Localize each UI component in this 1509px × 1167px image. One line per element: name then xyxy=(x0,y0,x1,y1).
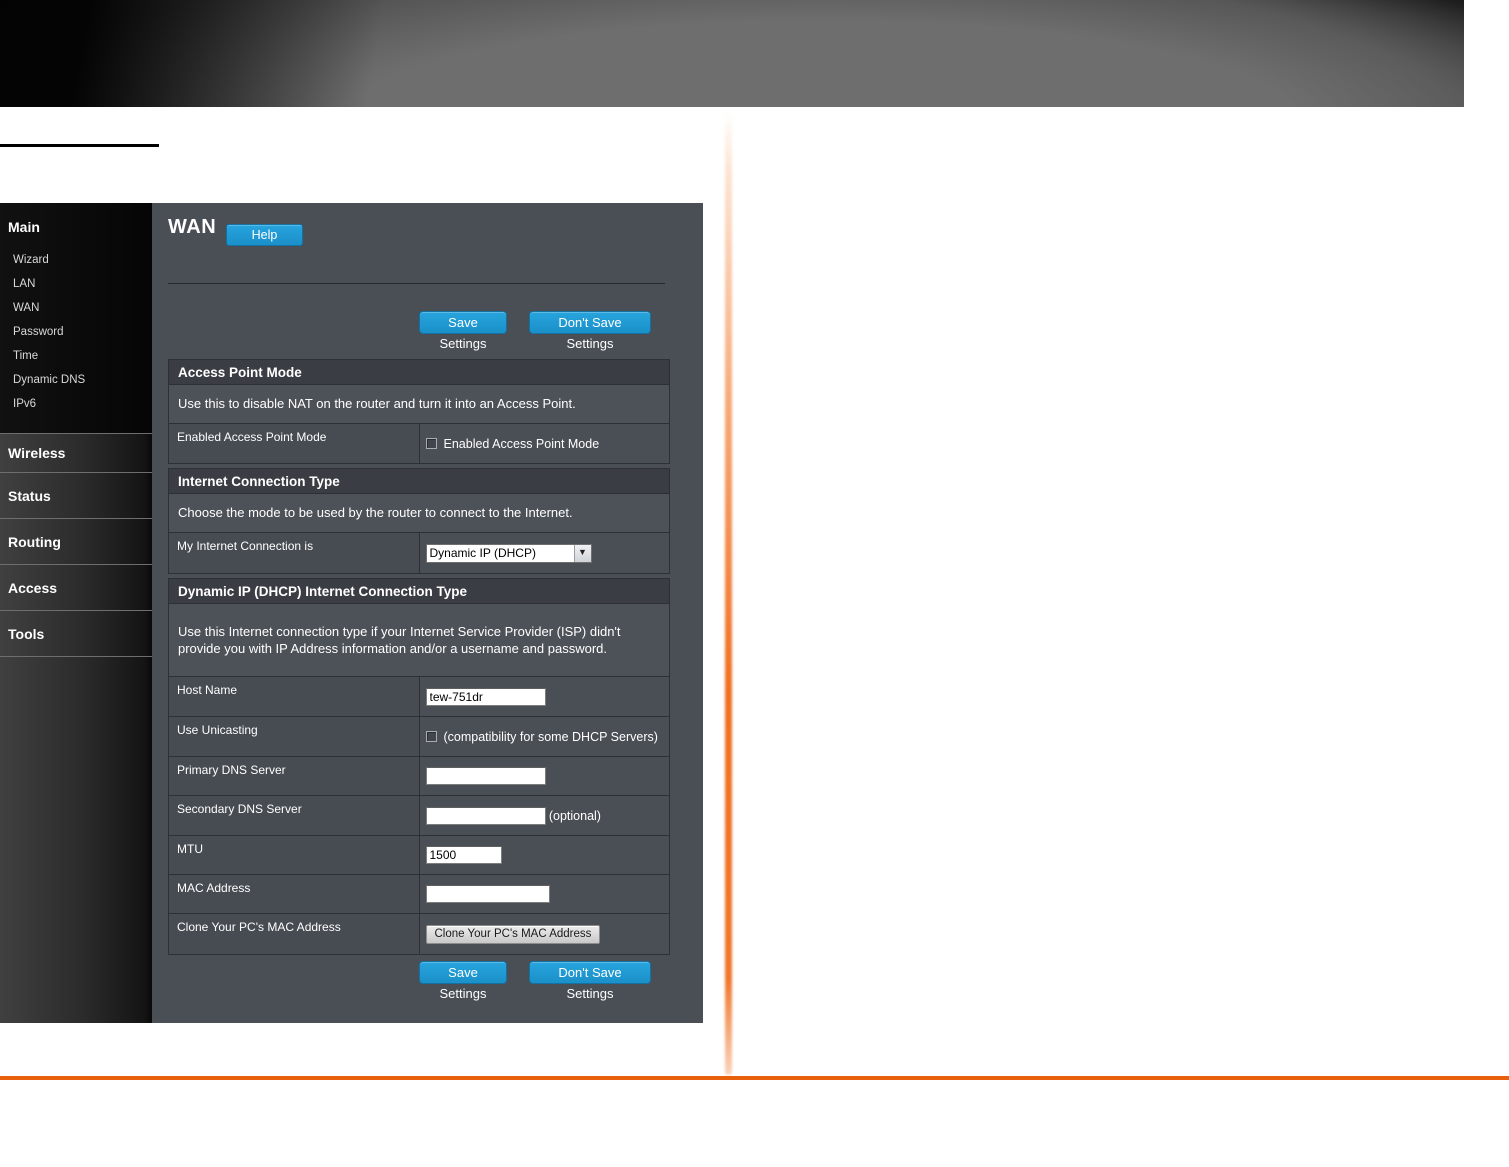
save-settings-button-bottom[interactable]: Save Settings xyxy=(419,961,507,1001)
enabled-ap-mode-checkbox[interactable] xyxy=(425,437,437,449)
page-title: WAN xyxy=(168,216,217,238)
mac-address-input[interactable] xyxy=(425,885,550,903)
sidebar-item-tools[interactable]: Tools xyxy=(0,611,152,657)
section-header-access-point-mode: Access Point Mode xyxy=(168,359,670,385)
sidebar-item-lan[interactable]: LAN xyxy=(0,272,152,296)
sidebar-item-routing[interactable]: Routing xyxy=(0,519,152,565)
wan-settings-panel: WAN Help Save Settings Don't Save Settin… xyxy=(152,203,703,1023)
orange-glow-divider xyxy=(725,112,732,1075)
primary-dns-label: Primary DNS Server xyxy=(168,756,420,796)
host-name-label: Host Name xyxy=(168,676,420,717)
section-header-dynamic-ip: Dynamic IP (DHCP) Internet Connection Ty… xyxy=(168,578,670,604)
sidebar-main-subitems: Wizard LAN WAN Password Time Dynamic DNS… xyxy=(0,248,152,416)
mtu-input[interactable] xyxy=(425,846,502,864)
sidebar-item-main[interactable]: Main xyxy=(0,203,152,235)
my-internet-connection-label: My Internet Connection is xyxy=(168,532,420,574)
internet-connection-select-value: Dynamic IP (DHCP) xyxy=(429,545,536,560)
chevron-down-icon[interactable]: ▼ xyxy=(573,544,591,562)
sidebar-main-group: Main Wizard LAN WAN Password Time Dynami… xyxy=(0,203,152,433)
dont-save-settings-button[interactable]: Don't Save Settings xyxy=(529,311,651,351)
sidebar-item-wireless[interactable]: Wireless xyxy=(0,433,152,473)
enabled-ap-mode-label: Enabled Access Point Mode xyxy=(168,423,420,464)
dont-save-settings-button-bottom[interactable]: Don't Save Settings xyxy=(529,961,651,1001)
use-unicasting-label: Use Unicasting xyxy=(168,716,420,757)
mtu-label: MTU xyxy=(168,835,420,875)
title-divider xyxy=(168,283,665,284)
sidebar-sections: Wireless Status Routing Access Tools xyxy=(0,433,152,657)
footer-orange-rule xyxy=(0,1076,1509,1080)
access-point-mode-table: Access Point Mode Use this to disable NA… xyxy=(168,359,670,464)
use-unicasting-note: (compatibility for some DHCP Servers) xyxy=(443,729,658,744)
clone-mac-button[interactable]: Clone Your PC's MAC Address xyxy=(425,924,601,944)
dynamic-ip-table: Dynamic IP (DHCP) Internet Connection Ty… xyxy=(168,578,670,955)
settings-tables: Access Point Mode Use this to disable NA… xyxy=(168,359,670,959)
sidebar-item-status[interactable]: Status xyxy=(0,473,152,519)
dynamic-ip-description: Use this Internet connection type if you… xyxy=(168,603,670,677)
mac-address-label: MAC Address xyxy=(168,874,420,914)
section-header-internet-connection-type: Internet Connection Type xyxy=(168,468,670,494)
use-unicasting-checkbox[interactable] xyxy=(425,730,437,742)
sidebar-item-password[interactable]: Password xyxy=(0,320,152,344)
primary-dns-input[interactable] xyxy=(425,767,546,785)
sidebar-item-time[interactable]: Time xyxy=(0,344,152,368)
save-settings-button[interactable]: Save Settings xyxy=(419,311,507,351)
secondary-dns-label: Secondary DNS Server xyxy=(168,795,420,836)
bottom-button-row: Save Settings Don't Save Settings xyxy=(419,961,651,1001)
enabled-ap-mode-checkbox-label: Enabled Access Point Mode xyxy=(443,436,600,451)
help-button[interactable]: Help xyxy=(226,224,303,246)
secondary-dns-note: (optional) xyxy=(548,808,601,823)
sidebar-nav: Main Wizard LAN WAN Password Time Dynami… xyxy=(0,203,152,1023)
internet-connection-type-table: Internet Connection Type Choose the mode… xyxy=(168,468,670,574)
sidebar-item-wan[interactable]: WAN xyxy=(0,296,152,320)
section-underline xyxy=(0,144,159,147)
clone-mac-label: Clone Your PC's MAC Address xyxy=(168,913,420,955)
sidebar-item-dynamic-dns[interactable]: Dynamic DNS xyxy=(0,368,152,392)
access-point-mode-description: Use this to disable NAT on the router an… xyxy=(168,384,670,424)
internet-connection-select[interactable]: Dynamic IP (DHCP) ▼ xyxy=(425,543,592,563)
host-name-input[interactable] xyxy=(425,687,546,706)
top-button-row: Save Settings Don't Save Settings xyxy=(419,311,651,351)
internet-connection-description: Choose the mode to be used by the router… xyxy=(168,493,670,533)
sidebar-item-ipv6[interactable]: IPv6 xyxy=(0,392,152,416)
sidebar-item-access[interactable]: Access xyxy=(0,565,152,611)
secondary-dns-input[interactable] xyxy=(425,806,546,825)
top-banner xyxy=(0,0,1464,107)
sidebar-item-wizard[interactable]: Wizard xyxy=(0,248,152,272)
